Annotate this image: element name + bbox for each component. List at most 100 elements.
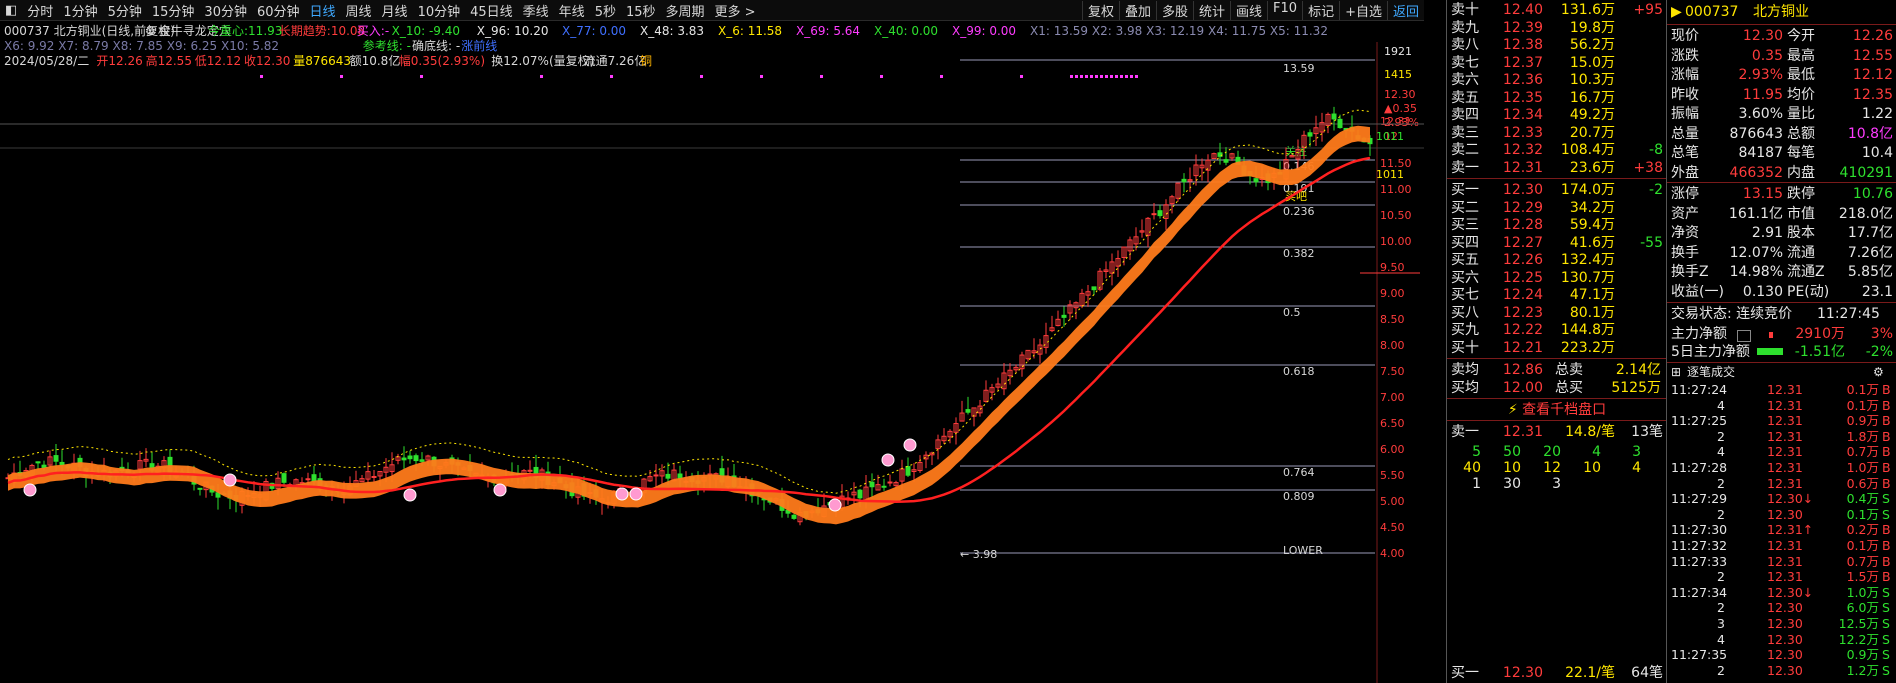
candle-body [371,475,377,478]
toolbar-menu-icon[interactable]: ◧ [0,3,22,18]
book-volume: 223.2万 [1560,339,1615,356]
flag-icon: ▶ [1671,4,1682,20]
quote-value: 876643 [1729,125,1783,142]
price-tick: 9.50 [1380,261,1405,274]
quote-value: 3.60% [1738,106,1783,122]
buy-signal-icon [629,487,643,501]
period-tab-12[interactable]: 年线 [554,1,590,20]
tool-button-0[interactable]: 复权 [1081,0,1119,20]
candle-body [41,464,47,468]
price-tick: 7.50 [1380,365,1405,378]
bottom-readout: 确底线: - [412,38,460,53]
stock-name: 北方铜业 [1753,4,1809,20]
period-tab-7[interactable]: 周线 [341,1,377,20]
kline-chart[interactable]: 000737 北方铜业(日线,前复权)⚙ 金牛寻龙定穴今重心:11.93长期趋势:… [0,20,1424,683]
candle-body [1307,132,1313,137]
book-divider [1447,398,1667,399]
trade-status: 交易状态: 连续竞价 [1671,306,1793,322]
quote-row: 涨停 13.15 跌停 10.76 [1667,184,1896,204]
period-tab-8[interactable]: 月线 [377,1,413,20]
bar-low: 低12.12 [195,54,241,68]
gear-icon[interactable]: ⚙ [145,24,156,38]
quote-value: 410291 [1839,164,1893,181]
x6-10-readout: X6: 9.92 X7: 8.79 X8: 7.85 X9: 6.25 X10:… [4,39,279,53]
tool-button-1[interactable]: 叠加 [1118,0,1156,20]
signal-dot [260,75,263,78]
tick-row: 2 12.30 1.2万 S [1667,661,1896,681]
tool-button-5[interactable]: F10 [1267,0,1302,20]
bar-turnover: 换12.07%(量复权) [491,54,594,68]
candle-body [407,455,413,460]
period-tab-3[interactable]: 15分钟 [147,1,200,20]
candle-body [869,481,875,488]
tool-button-7[interactable]: +自选 [1339,0,1387,20]
quote-row: 总笔 84187 每笔 10.4 [1667,143,1896,163]
period-tab-6[interactable]: 日线 [305,1,341,20]
axis-info: 12.30 [1384,88,1416,101]
candle-body [665,473,671,479]
period-tab-15[interactable]: 多周期 [661,1,710,20]
quote-label: 净资 [1671,225,1699,241]
quote-divider [1667,302,1896,303]
ticks-header: ⊞ 逐笔成交 ⚙ [1667,362,1896,382]
x96-readout: X_96: 10.20 [477,24,549,38]
quote-label: 涨跌 [1671,47,1699,64]
signal-dot [420,75,423,78]
price-tick: 4.50 [1380,521,1405,534]
signal-dot [1070,75,1073,78]
bar-tag: 铜 [640,53,652,68]
price-tick: 7.00 [1380,391,1405,404]
quote-row: 换手 12.07% 流通 7.26亿 [1667,243,1896,263]
quote-label: 总额 [1787,125,1815,142]
period-tab-4[interactable]: 30分钟 [199,1,252,20]
candle-body [905,466,911,476]
period-tab-1[interactable]: 1分钟 [58,1,102,20]
book-change: +38 [1633,159,1663,176]
period-tab-13[interactable]: 5秒 [590,1,621,20]
period-tab-16[interactable]: 更多 > [710,1,761,20]
thousand-depth-link[interactable]: ⚡ 查看千档盘口 [1447,400,1667,420]
tool-button-4[interactable]: 画线 [1230,0,1267,20]
trade-time: 11:27:45 [1817,306,1880,322]
quote-value: 12.55 [1852,47,1893,64]
chart-icon[interactable] [1737,330,1751,342]
signal-dot [1105,75,1108,78]
tool-button-6[interactable]: 标记 [1302,0,1339,20]
quote-label: 每笔 [1787,145,1815,161]
period-tab-14[interactable]: 15秒 [621,1,661,20]
period-tab-2[interactable]: 5分钟 [103,1,147,20]
tick-volume: 1.2万 [1846,662,1879,678]
candle-body [1091,286,1097,291]
quote-label: 量比 [1787,106,1815,122]
queue-volume: 14.8/笔 [1565,424,1615,440]
quote-label: 最高 [1787,47,1815,64]
period-tab-10[interactable]: 45日线 [465,1,518,20]
quote-value: 0.130 [1742,283,1783,300]
signal-dot [820,75,823,78]
tool-button-2[interactable]: 多股 [1155,0,1193,20]
tick-price: 12.30 [1767,662,1803,678]
main-net-value: 2910万 [1795,326,1845,342]
price-tick: 10.00 [1380,235,1412,248]
quote-value: 466352 [1729,164,1783,181]
candle-body [305,478,311,481]
queue-price: 12.31 [1502,424,1543,440]
bar-amplitude: 幅0.35(2.93%) [399,53,485,68]
period-tab-9[interactable]: 10分钟 [413,1,466,20]
fib-label: 0.382 [1283,247,1315,260]
candles [5,106,1373,526]
period-tab-11[interactable]: 季线 [518,1,554,20]
tool-button-8[interactable]: 返回 [1386,0,1424,20]
bar-close: 收12.30 [244,54,290,68]
quote-label: 涨幅 [1671,67,1699,83]
candle-body [653,474,659,477]
tool-button-3[interactable]: 统计 [1193,0,1230,20]
bottom-queue-count: 64笔 [1631,665,1663,681]
buy-avg: 12.00 [1502,380,1543,396]
signal-dot [1085,75,1088,78]
period-tab-5[interactable]: 60分钟 [252,1,305,20]
buy-level: 买十 12.21 223.2万 [1447,338,1667,358]
signal-dot [1095,75,1098,78]
queue-row: 1 30 3 [1447,474,1667,494]
period-tab-0[interactable]: 分时 [22,1,58,20]
